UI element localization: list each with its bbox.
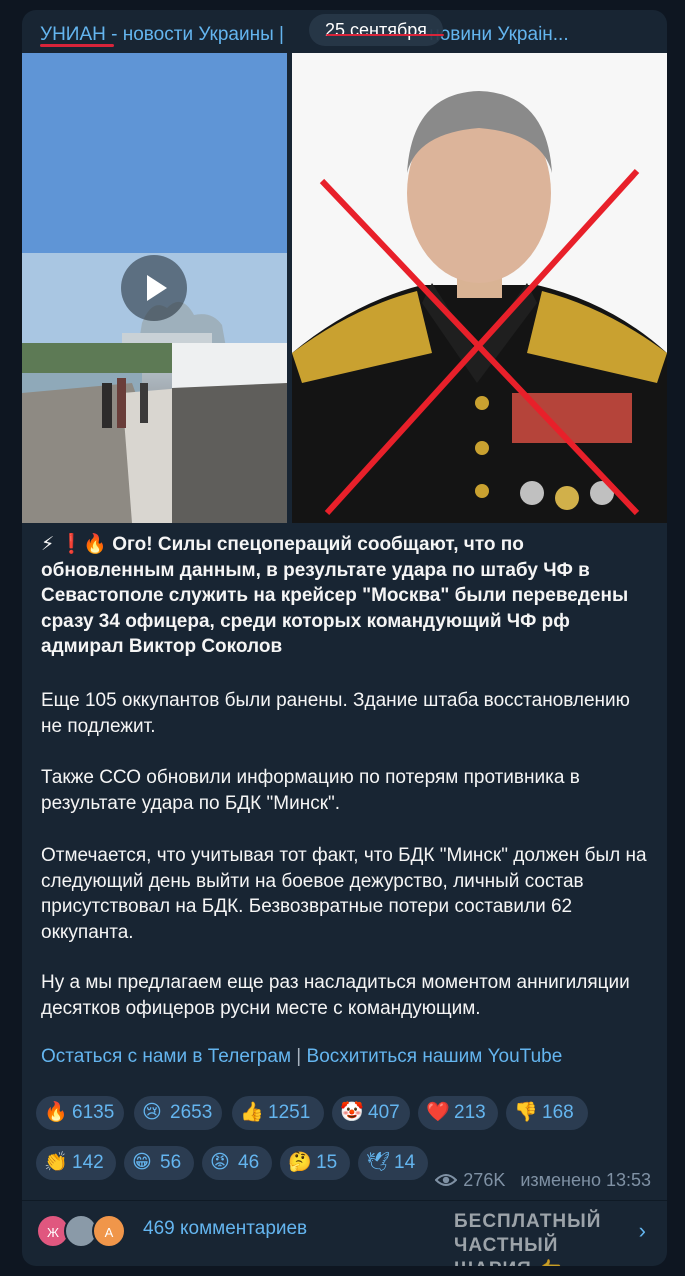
youtube-link[interactable]: Восхититься нашим YouTube (307, 1046, 563, 1067)
reaction-dove[interactable]: 🕊 14 (358, 1146, 428, 1180)
divider (22, 1200, 667, 1201)
message-meta: 276K изменено 13:53 (434, 1170, 651, 1192)
reaction-thumbs-up[interactable]: 👍 1251 (232, 1096, 324, 1130)
clapping-icon: 👏 (44, 1152, 68, 1173)
heart-icon: ❤️ (426, 1102, 450, 1123)
post-paragraph-3: Отмечается, что учитывая тот факт, что Б… (41, 845, 647, 943)
comments-row[interactable]: Ж А 469 комментариев БЕСПЛАТНЫЙ ЧАСТНЫЙ … (36, 1210, 656, 1266)
channel-title-tail: новини Украін... (429, 24, 569, 45)
link-separator: | (296, 1046, 302, 1067)
reaction-count: 407 (368, 1102, 400, 1123)
reaction-count: 14 (394, 1152, 416, 1173)
reaction-clown[interactable]: 🤡 407 (332, 1096, 410, 1130)
channel-title-rest: - новости Украины | (105, 24, 290, 45)
grin-icon: 😁 (132, 1152, 152, 1173)
post-links: Остаться с нами в Телеграм | Восхититься… (41, 1046, 562, 1068)
comments-count[interactable]: 469 комментариев (143, 1218, 307, 1240)
reaction-heart[interactable]: ❤️ 213 (418, 1096, 498, 1130)
reaction-count: 56 (160, 1152, 182, 1173)
date-pill[interactable]: 25 сентября (309, 14, 443, 46)
clown-icon: 🤡 (340, 1102, 364, 1123)
reaction-thumbs-down[interactable]: 👎 168 (506, 1096, 588, 1130)
eye-icon (434, 1171, 458, 1192)
reaction-grin[interactable]: 😁 56 (124, 1146, 194, 1180)
reaction-count: 46 (238, 1152, 260, 1173)
watermark-line-2: ШАРИЯ 👉 Sharij.net (454, 1258, 656, 1266)
headline-text: Ого! Силы спецопераций сообщают, что по … (41, 534, 629, 657)
emoji-prefix: ⚡ ❗🔥 (41, 534, 107, 555)
crying-face-icon: 😢 (142, 1102, 162, 1123)
message-bubble: УНИАН - новости Украины | новини Украін.… (22, 10, 667, 1266)
video-thumbnail[interactable] (22, 53, 287, 523)
red-underline-name (40, 44, 114, 47)
telegram-link[interactable]: Остаться с нами в Телеграм (41, 1046, 291, 1067)
reaction-fire[interactable]: 🔥 6135 (36, 1096, 124, 1130)
reaction-count: 2653 (170, 1102, 213, 1123)
admiral-portrait (292, 53, 667, 523)
views-count: 276K (463, 1170, 506, 1190)
reaction-crying[interactable]: 😢 2653 (134, 1096, 222, 1130)
thinking-face-icon: 🤔 (288, 1152, 312, 1173)
post-headline: ⚡ ❗🔥 Ого! Силы спецопераций сообщают, чт… (41, 532, 653, 660)
dove-icon: 🕊 (366, 1152, 391, 1173)
reaction-angry[interactable]: 😡 46 (202, 1146, 272, 1180)
post-paragraph-2: Также ССО обновили информацию по потерям… (41, 767, 580, 814)
angry-face-icon: 😡 (210, 1152, 230, 1173)
media-album[interactable] (22, 53, 667, 523)
watermark-line-1: БЕСПЛАТНЫЙ ЧАСТНЫЙ (454, 1211, 602, 1256)
post-paragraph-4: Ну а мы предлагаем еще раз насладиться м… (41, 972, 630, 1019)
thumbs-up-icon: 👍 (240, 1102, 264, 1123)
reaction-clap[interactable]: 👏 142 (36, 1146, 116, 1180)
play-icon[interactable] (121, 255, 187, 321)
edited-time: изменено 13:53 (520, 1170, 651, 1190)
reaction-count: 15 (316, 1152, 338, 1173)
red-underline-date (326, 34, 444, 36)
avatar: А (92, 1214, 126, 1248)
fire-icon: 🔥 (44, 1102, 68, 1123)
reaction-thinking[interactable]: 🤔 15 (280, 1146, 350, 1180)
reaction-count: 1251 (268, 1102, 311, 1123)
channel-name[interactable]: УНИАН (40, 24, 106, 45)
reaction-count: 213 (454, 1102, 486, 1123)
chevron-right-icon[interactable]: › (639, 1218, 646, 1244)
photo-admiral[interactable] (292, 53, 667, 523)
post-paragraph-1: Еще 105 оккупантов были ранены. Здание ш… (41, 690, 630, 737)
watermark: БЕСПЛАТНЫЙ ЧАСТНЫЙ ШАРИЯ 👉 Sharij.net (454, 1210, 656, 1266)
reaction-count: 6135 (72, 1102, 115, 1123)
reaction-count: 168 (542, 1102, 574, 1123)
reaction-count: 142 (72, 1152, 104, 1173)
thumbs-down-icon: 👎 (514, 1102, 538, 1123)
